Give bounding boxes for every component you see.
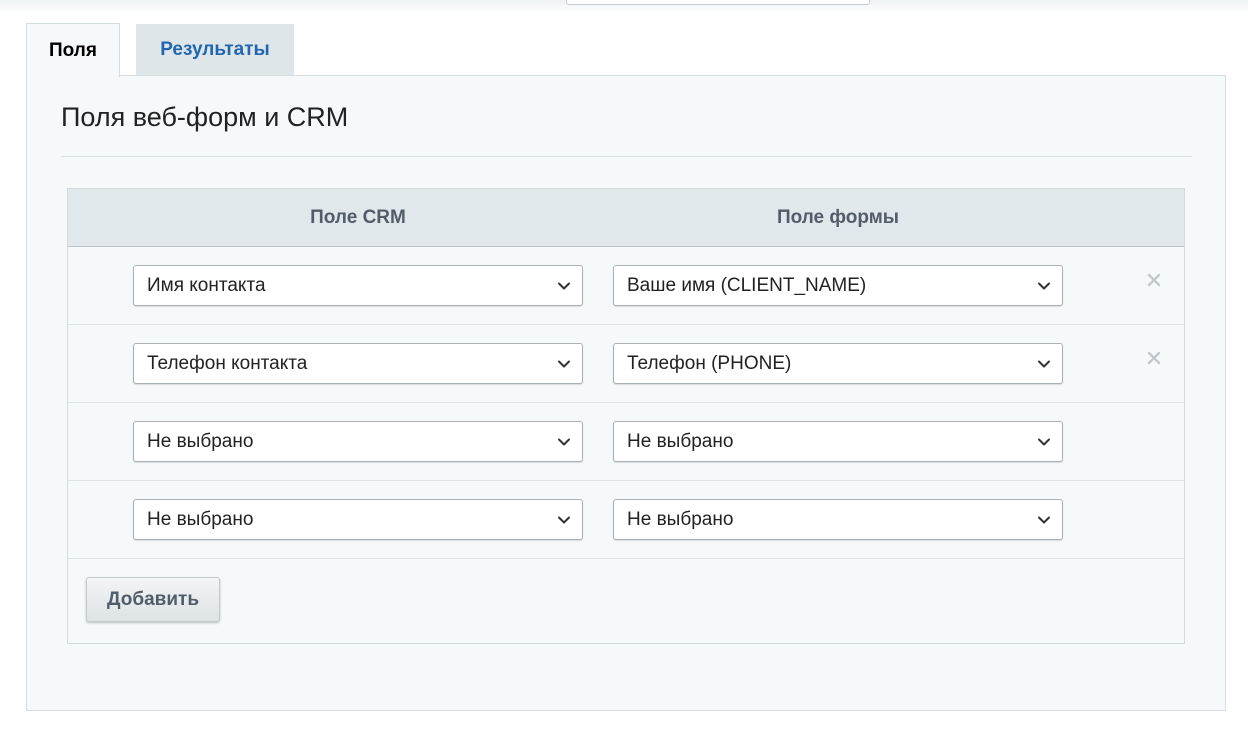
chevron-down-icon <box>1038 516 1050 524</box>
chevron-down-icon <box>1038 360 1050 368</box>
form-field-select[interactable]: Не выбрано <box>613 499 1063 540</box>
tab-bar: Поля Результаты <box>26 23 294 77</box>
crm-field-value: Имя контакта <box>147 275 266 296</box>
form-field-value: Не выбрано <box>627 431 734 452</box>
section-title: Поля веб-форм и CRM <box>61 102 349 132</box>
table-row: Не выбрано Не выбрано <box>68 403 1184 481</box>
form-field-select[interactable]: Телефон (PHONE) <box>613 343 1063 384</box>
crm-field-value: Не выбрано <box>147 509 254 530</box>
column-header-form: Поле формы <box>776 206 900 228</box>
fields-panel: Поля веб-форм и CRM Поле CRM Поле формы … <box>26 75 1226 711</box>
form-field-value: Не выбрано <box>627 509 734 530</box>
crm-field-select[interactable]: Не выбрано <box>133 421 583 462</box>
column-header-crm: Поле CRM <box>310 206 406 228</box>
table-row: Имя контакта Ваше имя (CLIENT_NAME) <box>68 247 1184 325</box>
crm-field-select[interactable]: Имя контакта <box>133 265 583 306</box>
mapping-table: Поле CRM Поле формы Имя контакта Ваше им… <box>67 188 1185 644</box>
tab-fields[interactable]: Поля <box>26 23 120 77</box>
chevron-down-icon <box>558 360 570 368</box>
form-field-select[interactable]: Не выбрано <box>613 421 1063 462</box>
form-field-value: Ваше имя (CLIENT_NAME) <box>627 275 867 296</box>
chevron-down-icon <box>558 516 570 524</box>
tab-fields-label: Поля <box>49 39 97 61</box>
chevron-down-icon <box>558 282 570 290</box>
chevron-down-icon <box>1038 438 1050 446</box>
close-icon[interactable] <box>1146 272 1162 288</box>
top-search-field[interactable] <box>566 0 870 5</box>
crm-field-select[interactable]: Не выбрано <box>133 499 583 540</box>
crm-field-value: Не выбрано <box>147 431 254 452</box>
close-icon[interactable] <box>1146 350 1162 366</box>
chevron-down-icon <box>1038 282 1050 290</box>
table-row: Телефон контакта Телефон (PHONE) <box>68 325 1184 403</box>
table-header: Поле CRM Поле формы <box>68 189 1184 247</box>
chevron-down-icon <box>558 438 570 446</box>
crm-field-select[interactable]: Телефон контакта <box>133 343 583 384</box>
form-field-value: Телефон (PHONE) <box>627 353 792 374</box>
table-row: Не выбрано Не выбрано <box>68 481 1184 559</box>
section-divider <box>61 156 1192 157</box>
tab-results-label: Результаты <box>160 39 270 60</box>
crm-field-value: Телефон контакта <box>147 353 308 374</box>
add-button[interactable]: Добавить <box>86 577 220 622</box>
tab-results[interactable]: Результаты <box>136 24 294 76</box>
form-field-select[interactable]: Ваше имя (CLIENT_NAME) <box>613 265 1063 306</box>
